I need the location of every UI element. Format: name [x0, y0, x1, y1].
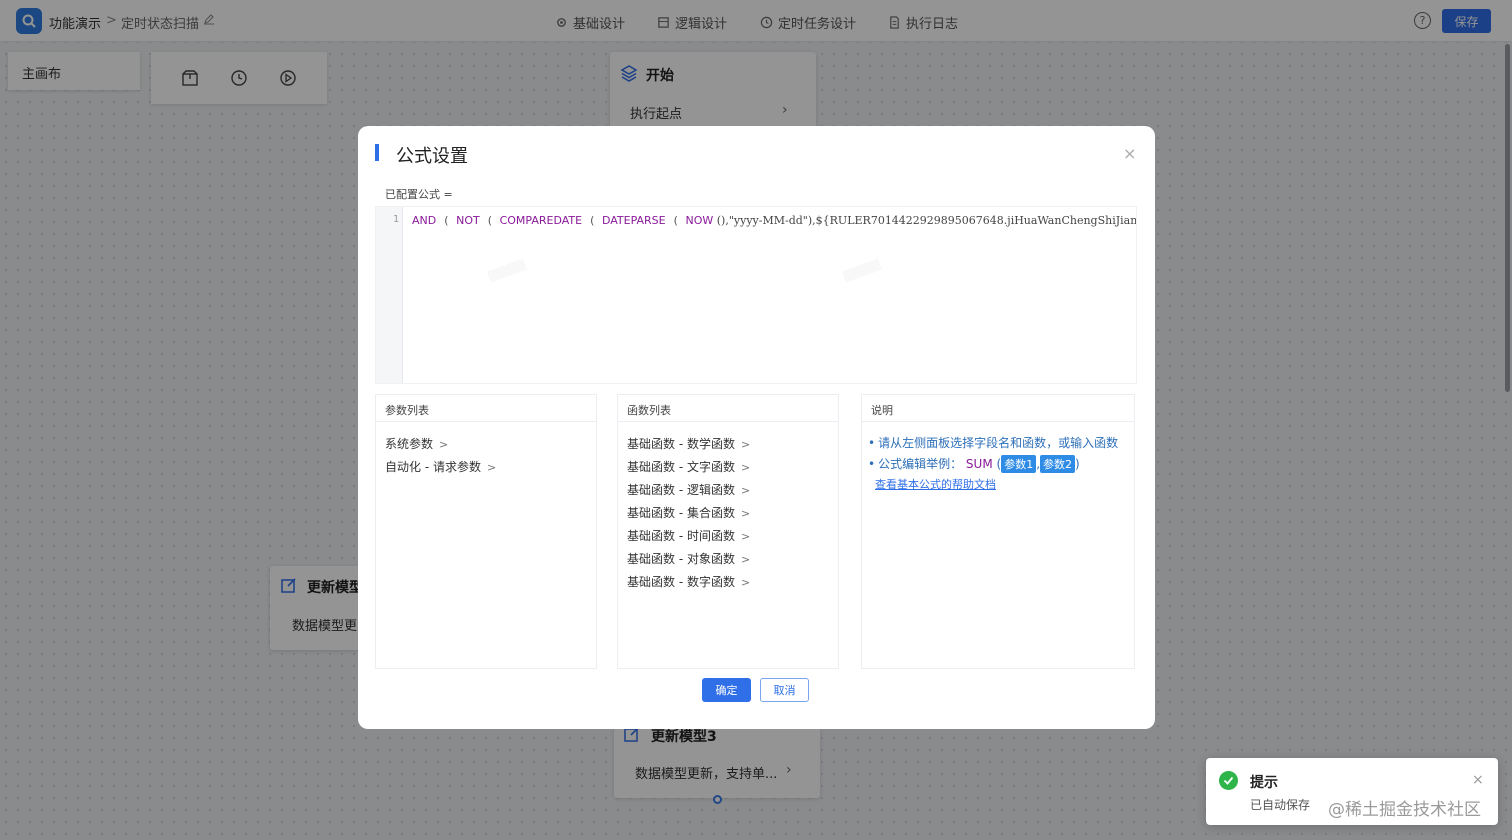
params-panel-title: 参数列表: [376, 395, 596, 422]
functions-panel: 函数列表 基础函数 - 数学函数 > 基础函数 - 文字函数 > 基础函数 - 逻辑函数…: [617, 394, 839, 669]
chevron-right-icon: >: [740, 553, 751, 566]
toast-message: 已自动保存: [1250, 798, 1311, 812]
functions-panel-title: 函数列表: [618, 395, 838, 422]
formula-text: (),"yyyy-MM-dd"),${RULER7014422929895067…: [713, 214, 1137, 227]
function-category-item[interactable]: 基础函数 - 集合函数 >: [627, 504, 750, 521]
example-arg1-tag: 参数1: [1001, 455, 1037, 473]
formula-text: (: [479, 214, 500, 227]
function-category-item[interactable]: 基础函数 - 数字函数 >: [627, 573, 750, 590]
chevron-right-icon: >: [740, 484, 751, 497]
toast-title: 提示: [1250, 775, 1278, 791]
example-paren-close: ): [1075, 457, 1080, 471]
param-item-label: 系统参数: [385, 437, 434, 451]
chevron-right-icon: >: [740, 461, 751, 474]
formula-code-line[interactable]: AND ( NOT ( COMPAREDATE ( DATEPARSE ( NO…: [412, 214, 1137, 227]
formula-label: 已配置公式 =: [385, 188, 453, 201]
formula-text: (: [436, 214, 457, 227]
function-category-item[interactable]: 基础函数 - 文字函数 >: [627, 458, 750, 475]
function-category-item[interactable]: 基础函数 - 对象函数 >: [627, 550, 750, 567]
confirm-button[interactable]: 确定: [702, 678, 751, 702]
formula-text: (: [582, 214, 602, 227]
title-accent-bar: [375, 144, 379, 161]
chevron-right-icon: >: [740, 530, 751, 543]
formula-keyword: NOW: [685, 214, 714, 227]
close-icon[interactable]: ×: [1123, 144, 1136, 163]
formula-editor[interactable]: 1 AND ( NOT ( COMPAREDATE ( DATEPARSE ( …: [375, 206, 1137, 384]
help-docs-link[interactable]: 查看基本公式的帮助文档: [875, 476, 996, 492]
function-category-item[interactable]: 基础函数 - 数学函数 >: [627, 435, 750, 452]
close-icon[interactable]: ×: [1472, 772, 1484, 788]
chevron-right-icon: >: [740, 576, 751, 589]
params-panel: 参数列表 系统参数 > 自动化 - 请求参数 >: [375, 394, 597, 669]
function-category-item[interactable]: 基础函数 - 逻辑函数 >: [627, 481, 750, 498]
line-number: 1: [393, 214, 400, 225]
formula-keyword: DATEPARSE: [601, 214, 666, 227]
chevron-right-icon: >: [740, 507, 751, 520]
chevron-right-icon: >: [740, 438, 751, 451]
formula-keyword: COMPAREDATE: [499, 214, 583, 227]
editor-gutter: [376, 207, 403, 383]
example-arg2-tag: 参数2: [1040, 455, 1076, 473]
formula-keyword: AND: [412, 214, 437, 227]
function-category-label: 基础函数 - 文字函数: [627, 460, 735, 474]
function-category-label: 基础函数 - 集合函数: [627, 506, 735, 520]
chevron-right-icon: >: [486, 461, 497, 474]
formula-dialog: 公式设置 × 已配置公式 = 1 AND ( NOT ( COMPAREDATE…: [358, 126, 1155, 729]
help-example-prefix: 公式编辑举例：: [878, 457, 963, 471]
function-category-label: 基础函数 - 对象函数: [627, 552, 735, 566]
help-panel-title: 说明: [862, 395, 1134, 422]
help-example: • 公式编辑举例： SUM (参数1, 参数2): [868, 455, 1080, 473]
formula-keyword: NOT: [456, 214, 480, 227]
site-watermark: @稀土掘金技术社区: [1328, 800, 1481, 820]
param-item-request[interactable]: 自动化 - 请求参数 >: [385, 458, 496, 475]
function-category-label: 基础函数 - 数学函数: [627, 437, 735, 451]
example-function: SUM: [965, 457, 993, 471]
function-category-label: 基础函数 - 时间函数: [627, 529, 735, 543]
param-item-label: 自动化 - 请求参数: [385, 460, 481, 474]
help-instruction: • 请从左侧面板选择字段名和函数，或输入函数: [868, 436, 1119, 450]
help-panel: 说明 • 请从左侧面板选择字段名和函数，或输入函数 • 公式编辑举例： SUM (参…: [861, 394, 1135, 669]
cancel-button[interactable]: 取消: [760, 678, 809, 702]
function-category-item[interactable]: 基础函数 - 时间函数 >: [627, 527, 750, 544]
chevron-right-icon: >: [439, 438, 449, 451]
param-item-system[interactable]: 系统参数 >: [385, 435, 448, 452]
function-category-label: 基础函数 - 逻辑函数: [627, 483, 735, 497]
formula-text: (: [665, 214, 686, 227]
function-category-label: 基础函数 - 数字函数: [627, 575, 735, 589]
dialog-title: 公式设置: [396, 146, 468, 167]
help-instruction-text: 请从左侧面板选择字段名和函数，或输入函数: [878, 436, 1119, 450]
success-check-icon: [1219, 771, 1238, 790]
